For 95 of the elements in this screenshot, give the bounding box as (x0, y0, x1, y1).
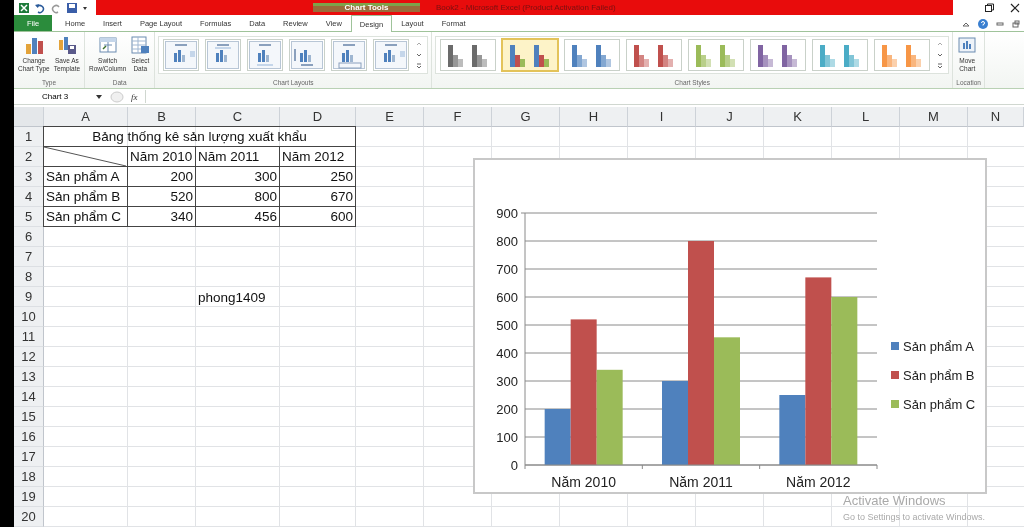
table-icon (130, 35, 151, 56)
column-header[interactable]: G (492, 107, 560, 127)
column-header[interactable]: B (128, 107, 196, 127)
table-cell[interactable]: Sản phẩm C (43, 206, 128, 227)
table-cell[interactable]: 600 (279, 206, 356, 227)
chart-style-option[interactable] (688, 39, 745, 72)
row-header[interactable]: 5 (14, 207, 44, 227)
chart-layout-option[interactable] (373, 39, 410, 72)
function-label[interactable]: fx (128, 91, 141, 102)
chart-style-option[interactable] (626, 39, 683, 72)
row-header[interactable]: 10 (14, 307, 44, 327)
chart-layout-icon (375, 41, 408, 70)
column-header[interactable]: A (44, 107, 128, 127)
column-header[interactable]: K (764, 107, 832, 127)
row-header[interactable]: 13 (14, 367, 44, 387)
chart-icon (957, 35, 978, 56)
bar-chart-icon (23, 35, 44, 56)
axis-tick-label: 0 (510, 458, 518, 473)
row-header[interactable]: 19 (14, 487, 44, 507)
axis-tick-label: 700 (496, 262, 518, 277)
chart-style-option[interactable] (564, 39, 621, 72)
row-header[interactable]: 6 (14, 227, 44, 247)
chart-style-option[interactable] (502, 39, 559, 72)
context-tab-label: Chart Tools (313, 3, 420, 13)
column-header[interactable]: J (696, 107, 764, 127)
close-icon[interactable] (1010, 2, 1020, 13)
restore-icon[interactable] (984, 2, 994, 13)
axis-tick-label: 100 (496, 430, 518, 445)
category-label: Năm 2011 (669, 474, 733, 490)
category-label: Năm 2010 (551, 474, 616, 490)
chart-disk-icon (56, 35, 77, 56)
chart-style-option[interactable] (812, 39, 869, 72)
table-icon (97, 35, 118, 56)
row-header[interactable]: 16 (14, 427, 44, 447)
chart-area[interactable]: 0 100 200 300 400 500 600 700 800 900 Năm 2010 Năm 2011 Năm 2012 Sản phẩm A Sản phẩm B Sản phẩm C (473, 158, 987, 494)
legend-label: Sản phẩm A (903, 339, 974, 354)
expand-gallery-icon[interactable] (936, 62, 945, 71)
activation-notice-title: Activate Windows (843, 493, 946, 508)
axis-tick-label: 500 (496, 318, 518, 333)
row-header[interactable]: 14 (14, 387, 44, 407)
row-header[interactable]: 3 (14, 167, 44, 187)
column-header[interactable]: I (628, 107, 696, 127)
column-header[interactable]: M (900, 107, 968, 127)
row-header[interactable]: 2 (14, 147, 44, 167)
undo-icon[interactable] (34, 1, 46, 14)
column-header[interactable]: L (832, 107, 900, 127)
minimize-icon[interactable] (996, 19, 1004, 28)
chart-style-option[interactable] (874, 39, 931, 72)
table-title[interactable]: Bảng thống kê sản lượng xuất khẩu (43, 126, 356, 147)
row-header[interactable]: 4 (14, 187, 44, 207)
row-header[interactable]: 8 (14, 267, 44, 287)
save-icon[interactable] (66, 1, 78, 14)
chart-layout-icon (207, 41, 240, 70)
row-header[interactable]: 1 (14, 127, 44, 147)
row-header[interactable]: 15 (14, 407, 44, 427)
column-header[interactable]: E (356, 107, 424, 127)
category-label: Năm 2012 (786, 474, 851, 490)
chart-layout-option[interactable] (205, 39, 242, 72)
axis-tick-label: 400 (496, 346, 518, 361)
row-header[interactable]: 9 (14, 287, 44, 307)
chart-layout-option[interactable] (289, 39, 326, 72)
chart-layout-icon (249, 41, 282, 70)
legend-label: Sản phẩm B (903, 368, 975, 383)
chart-style-option[interactable] (750, 39, 807, 72)
axis-tick-label: 600 (496, 290, 518, 305)
window-title: Book2 - Microsoft Excel (Product Activation Failed) (436, 3, 616, 13)
column-header[interactable]: N (968, 107, 1024, 127)
chart-layout-icon (291, 41, 324, 70)
column-header[interactable]: F (424, 107, 492, 127)
activation-notice-text: Go to Settings to activate Windows. (843, 512, 986, 522)
chart-style-option[interactable] (440, 39, 497, 72)
row-header[interactable]: 18 (14, 467, 44, 487)
axis-tick-label: 900 (496, 206, 518, 221)
expand-gallery-icon[interactable] (415, 62, 424, 71)
chart-layout-option[interactable] (163, 39, 200, 72)
column-header[interactable]: D (280, 107, 356, 127)
dropdown-icon[interactable] (96, 93, 102, 100)
axis-tick-label: 300 (496, 374, 518, 389)
legend-label: Sản phẩm C (903, 397, 976, 412)
axis-tick-label: 200 (496, 402, 518, 417)
chart-layout-icon (333, 41, 366, 70)
row-header[interactable]: 20 (14, 507, 44, 527)
column-header[interactable]: C (196, 107, 280, 127)
chart-layout-option[interactable] (331, 39, 368, 72)
axis-tick-label: 800 (496, 234, 518, 249)
row-header[interactable]: 17 (14, 447, 44, 467)
chart-layout-option[interactable] (247, 39, 284, 72)
row-header[interactable]: 11 (14, 327, 44, 347)
name-box[interactable]: Chart 3 (14, 90, 106, 103)
cell-text: phong1409 (198, 289, 266, 305)
chart-layout-icon (165, 41, 198, 70)
row-header[interactable]: 7 (14, 247, 44, 267)
column-header[interactable]: H (560, 107, 628, 127)
help-icon[interactable] (978, 18, 988, 29)
row-header[interactable]: 12 (14, 347, 44, 367)
